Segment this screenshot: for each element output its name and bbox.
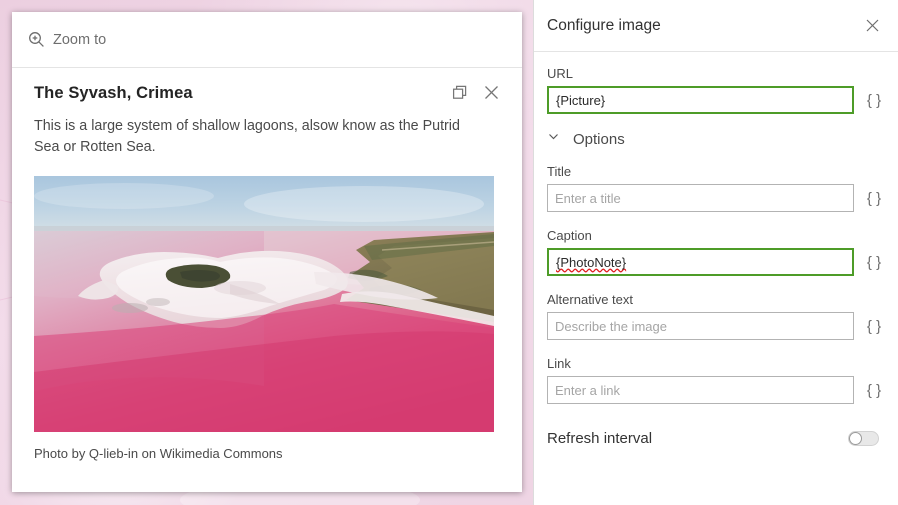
field-link: Link { }: [547, 356, 885, 404]
zoom-to-button[interactable]: Zoom to: [28, 31, 106, 48]
popup-media: Photo by Q-lieb-in on Wikimedia Commons: [34, 176, 500, 461]
field-title-label: Title: [547, 164, 572, 179]
alt-text-input[interactable]: [547, 312, 854, 340]
field-caption-row: {PhotoNote} { }: [547, 248, 885, 276]
link-expression-button[interactable]: { }: [863, 377, 885, 403]
options-section-header[interactable]: Options: [547, 130, 885, 148]
popup-image: [34, 176, 494, 433]
popup-body: The Syvash, Crimea This is a large syste…: [12, 68, 522, 492]
application-root: Zoom to The Syvash, Crimea This is a lar…: [0, 0, 898, 505]
refresh-interval-row: Refresh interval: [547, 430, 885, 447]
field-title: Title { }: [547, 164, 885, 212]
close-popup-icon[interactable]: [483, 84, 500, 101]
field-link-row: { }: [547, 376, 885, 404]
url-expression-button[interactable]: { }: [863, 87, 885, 113]
field-title-row: { }: [547, 184, 885, 212]
popup-title: The Syvash, Crimea: [34, 84, 193, 102]
field-url-label: URL: [547, 66, 574, 81]
alt-text-expression-button[interactable]: { }: [863, 313, 885, 339]
popup-title-row: The Syvash, Crimea: [34, 82, 500, 103]
refresh-interval-toggle[interactable]: [848, 431, 879, 446]
field-alt-text: Alternative text { }: [547, 292, 885, 340]
title-input[interactable]: [547, 184, 854, 212]
close-panel-icon[interactable]: [865, 18, 880, 33]
field-url-row: { }: [547, 86, 885, 114]
chevron-down-icon: [547, 130, 560, 148]
options-label: Options: [573, 130, 625, 148]
panel-content: URL { } Options Title: [534, 52, 898, 505]
zoom-to-label: Zoom to: [53, 31, 107, 48]
dock-window-icon[interactable]: [452, 84, 469, 101]
url-input[interactable]: [547, 86, 854, 114]
panel-title: Configure image: [547, 16, 661, 34]
field-caption-label: Caption: [547, 228, 592, 243]
zoom-to-icon: [28, 31, 45, 48]
field-alt-text-label: Alternative text: [547, 292, 633, 307]
popup-actions-bar: Zoom to: [12, 12, 522, 68]
caption-input-value: {PhotoNote}: [556, 254, 627, 270]
field-url: URL { }: [547, 66, 885, 114]
image-caption: Photo by Q-lieb-in on Wikimedia Commons: [34, 446, 283, 462]
link-input[interactable]: [547, 376, 854, 404]
salt-lagoon-photo: [34, 176, 494, 433]
field-caption: Caption {PhotoNote} { }: [547, 228, 885, 276]
configure-image-panel: Configure image URL { }: [533, 0, 898, 505]
toggle-knob: [849, 432, 862, 445]
field-link-label: Link: [547, 356, 571, 371]
panel-header: Configure image: [534, 0, 898, 52]
title-expression-button[interactable]: { }: [863, 185, 885, 211]
feature-popup: Zoom to The Syvash, Crimea This is a lar…: [12, 12, 522, 492]
caption-input[interactable]: {PhotoNote}: [547, 248, 854, 276]
caption-expression-button[interactable]: { }: [863, 249, 885, 275]
field-alt-text-row: { }: [547, 312, 885, 340]
popup-title-icons: [452, 82, 500, 101]
popup-description: This is a large system of shallow lagoon…: [34, 118, 460, 155]
refresh-interval-label: Refresh interval: [547, 430, 653, 447]
